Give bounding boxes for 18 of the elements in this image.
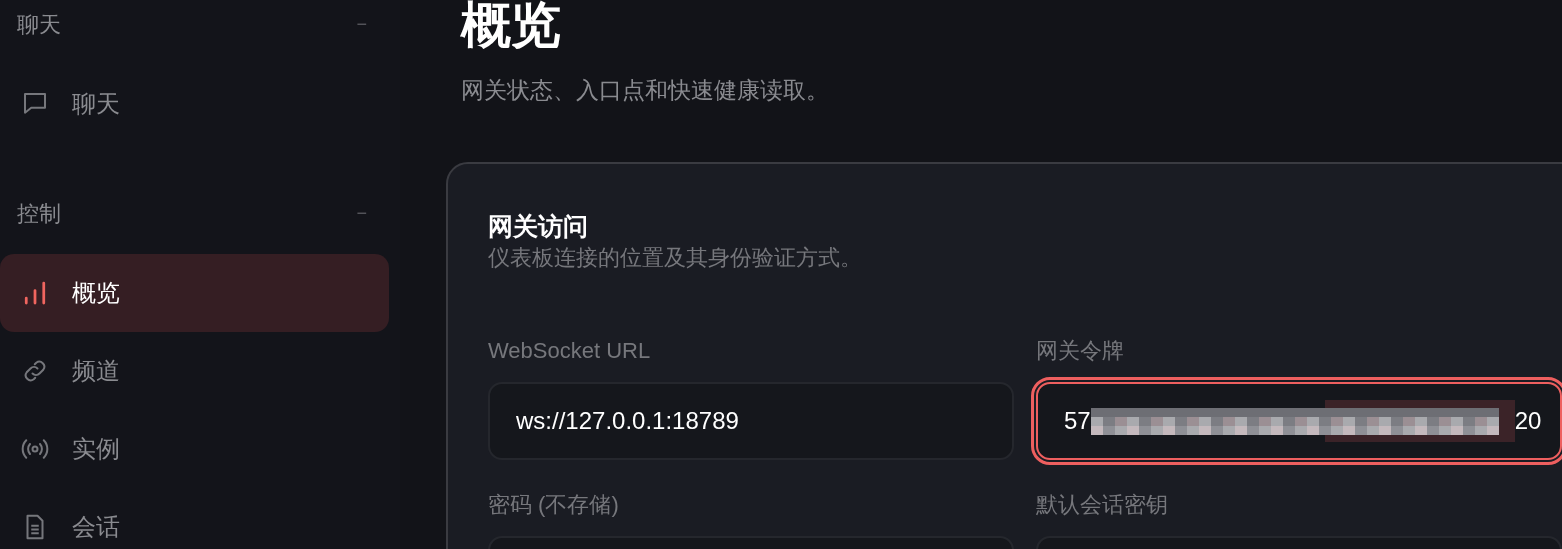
collapse-button[interactable]: −: [356, 15, 367, 33]
nav-item[interactable]: 频道: [0, 332, 389, 410]
section-heading: 控制: [17, 199, 61, 228]
nav-item[interactable]: 实例: [0, 410, 389, 488]
card-title: 网关访问: [488, 210, 589, 242]
collapse-button[interactable]: −: [356, 204, 367, 222]
card-description: 仪表板连接的位置及其身份验证方式。: [488, 243, 863, 272]
field-label: 网关令牌: [1036, 336, 1125, 365]
field-label: 默认会话密钥: [1036, 490, 1169, 519]
input-field[interactable]: ws://127.0.0.1:18789: [488, 381, 1014, 460]
nav-item[interactable]: 概览: [0, 254, 389, 332]
field-label: WebSocket URL: [488, 336, 652, 365]
nav-item[interactable]: 聊天: [0, 65, 389, 143]
page-title: 概览: [461, 0, 562, 50]
page-subtitle: 网关状态、入口点和快速健康读取。: [461, 76, 830, 105]
nav-item[interactable]: 会话: [0, 488, 389, 549]
field-label: 密码 (不存储): [488, 490, 620, 519]
section-heading: 聊天: [17, 10, 61, 39]
